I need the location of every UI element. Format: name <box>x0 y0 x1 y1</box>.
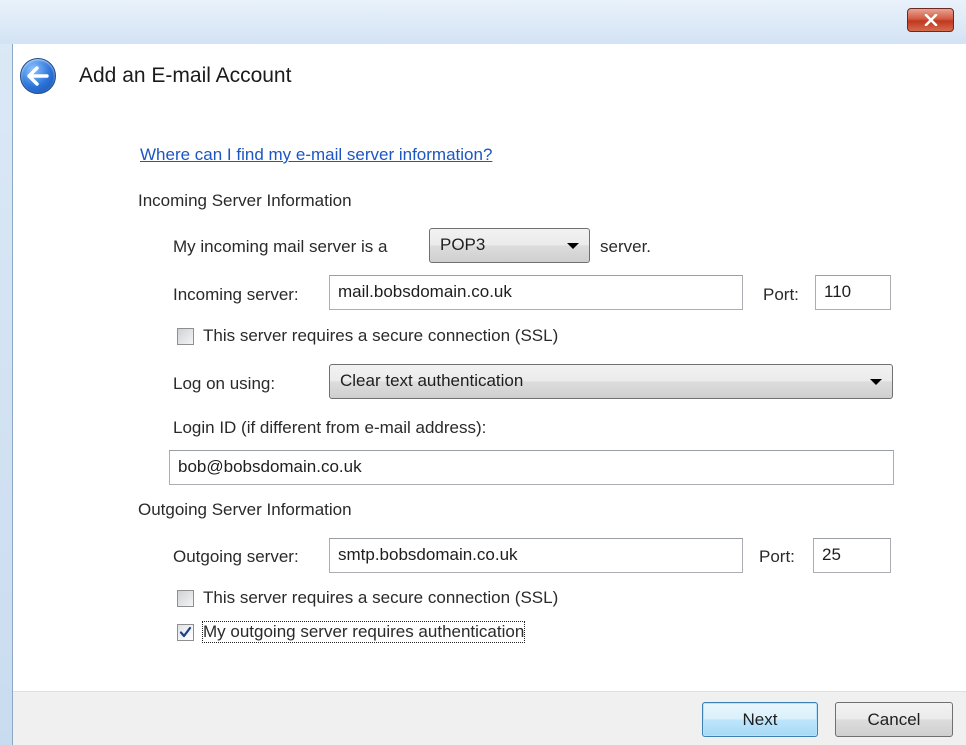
incoming-group-label: Incoming Server Information <box>138 191 352 210</box>
incoming-ssl-label: This server requires a secure connection… <box>203 326 559 345</box>
incoming-server-label: Incoming server: <box>173 285 299 304</box>
logon-method-select[interactable]: Clear text authentication <box>329 364 893 399</box>
dialog-title: Add an E-mail Account <box>79 64 292 87</box>
title-bar <box>0 0 966 44</box>
outgoing-ssl-checkbox[interactable] <box>177 590 194 607</box>
incoming-ssl-checkbox[interactable] <box>177 328 194 345</box>
close-button[interactable] <box>907 8 954 32</box>
logon-method-label: Log on using: <box>173 374 276 393</box>
outgoing-group-label: Outgoing Server Information <box>138 500 352 519</box>
incoming-server-input[interactable]: mail.bobsdomain.co.uk <box>329 275 743 310</box>
checkmark-icon <box>179 626 192 638</box>
outgoing-server-label: Outgoing server: <box>173 547 299 566</box>
outgoing-auth-label[interactable]: My outgoing server requires authenticati… <box>201 621 526 643</box>
dialog-header: Add an E-mail Account <box>13 44 966 110</box>
outgoing-auth-checkbox[interactable] <box>177 624 194 641</box>
back-button[interactable] <box>20 58 56 94</box>
incoming-port-input[interactable]: 110 <box>815 275 891 310</box>
login-id-label: Login ID (if different from e-mail addre… <box>173 418 487 437</box>
server-info-help-link[interactable]: Where can I find my e-mail server inform… <box>140 145 492 165</box>
outgoing-group-divider <box>391 510 919 511</box>
next-button[interactable]: Next <box>702 702 818 737</box>
incoming-server-type-select[interactable]: POP3 <box>429 228 590 263</box>
back-arrow-icon <box>27 66 49 86</box>
incoming-server-type-suffix: server. <box>600 237 652 256</box>
outgoing-ssl-label: This server requires a secure connection… <box>203 588 559 607</box>
outgoing-port-input[interactable]: 25 <box>813 538 891 573</box>
cancel-button[interactable]: Cancel <box>835 702 953 737</box>
chevron-down-icon <box>567 243 579 249</box>
chevron-down-icon <box>870 379 882 385</box>
dialog-client-area: Add an E-mail Account Where can I find m… <box>12 44 966 745</box>
outgoing-server-input[interactable]: smtp.bobsdomain.co.uk <box>329 538 743 573</box>
outgoing-port-label: Port: <box>759 547 795 566</box>
login-id-input[interactable]: bob@bobsdomain.co.uk <box>169 450 894 485</box>
incoming-server-type-value: POP3 <box>440 235 486 254</box>
incoming-port-label: Port: <box>763 285 799 304</box>
logon-method-value: Clear text authentication <box>340 371 524 390</box>
incoming-group-divider <box>393 201 925 202</box>
close-icon <box>924 14 937 26</box>
dialog-footer: Next Cancel <box>13 691 966 745</box>
incoming-server-type-prefix: My incoming mail server is a <box>173 237 388 256</box>
dialog-window: Add an E-mail Account Where can I find m… <box>0 0 966 745</box>
